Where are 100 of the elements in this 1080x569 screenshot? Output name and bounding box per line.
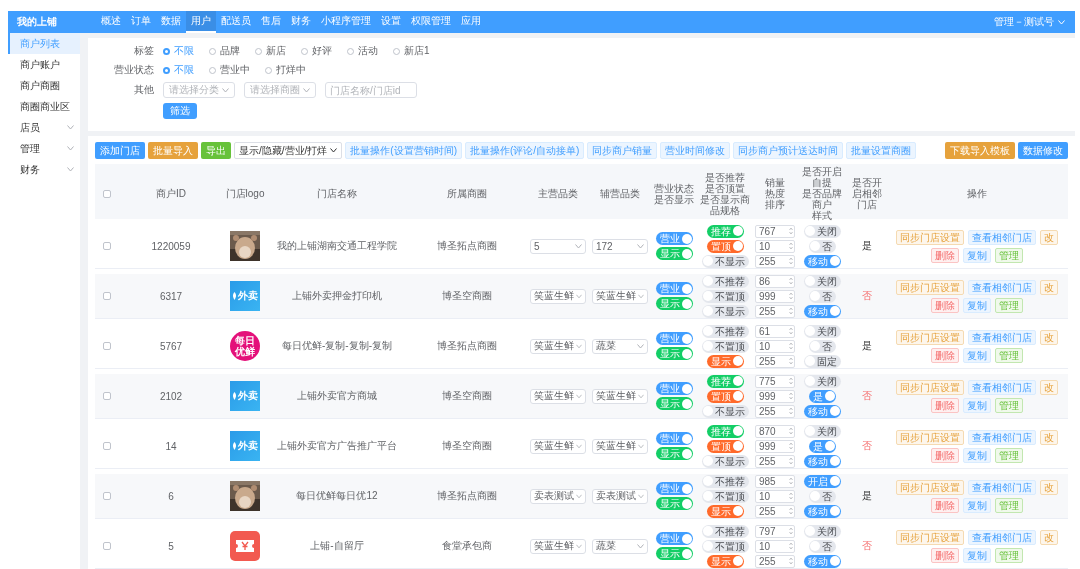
category-select[interactable]: 5 xyxy=(530,238,586,254)
toggle-switch[interactable]: 置顶 xyxy=(706,439,744,453)
spinner-icon[interactable] xyxy=(789,507,793,516)
number-field[interactable]: 797 xyxy=(755,524,795,538)
toolbar-button[interactable]: 显示/隐藏/营业/打烊 xyxy=(234,142,343,159)
spinner-icon[interactable] xyxy=(789,257,793,266)
category-select[interactable]: 蔬菜 xyxy=(592,338,648,354)
action-button[interactable]: 改 xyxy=(1040,479,1058,495)
number-field[interactable]: 86 xyxy=(755,274,795,288)
toggle-switch[interactable]: 显示 xyxy=(655,247,693,261)
radio-option[interactable]: 品牌 xyxy=(209,44,240,58)
category-select[interactable]: 卖表测试 xyxy=(592,488,648,504)
spinner-icon[interactable] xyxy=(789,427,793,436)
nav-tab[interactable]: 财务 xyxy=(286,11,316,33)
number-field[interactable]: 775 xyxy=(755,374,795,388)
action-button[interactable]: 复制 xyxy=(963,347,991,363)
number-field[interactable]: 255 xyxy=(755,304,795,318)
nav-tab[interactable]: 小程序管理 xyxy=(316,11,376,33)
toggle-switch[interactable]: 关闭 xyxy=(803,224,841,238)
toggle-switch[interactable]: 不置顶 xyxy=(701,539,749,553)
spinner-icon[interactable] xyxy=(789,407,793,416)
action-button[interactable]: 管理 xyxy=(995,297,1023,313)
toolbar-button[interactable]: 数据修改 xyxy=(1018,142,1068,159)
category-select[interactable]: 笑蓝生鲜 xyxy=(530,388,586,404)
action-button[interactable]: 复制 xyxy=(963,447,991,463)
toggle-switch[interactable]: 不显示 xyxy=(701,304,749,318)
action-button[interactable]: 改 xyxy=(1040,229,1058,245)
toggle-switch[interactable]: 不显示 xyxy=(701,404,749,418)
toggle-switch[interactable]: 营业 xyxy=(655,432,693,446)
toolbar-button[interactable]: 下载导入模板 xyxy=(945,142,1015,159)
radio-option[interactable]: 新店 xyxy=(255,44,286,58)
category-select[interactable]: 笑蓝生鲜 xyxy=(530,338,586,354)
spinner-icon[interactable] xyxy=(789,327,793,336)
action-button[interactable]: 管理 xyxy=(995,547,1023,563)
spinner-icon[interactable] xyxy=(789,527,793,535)
toggle-switch[interactable]: 关闭 xyxy=(803,524,841,538)
spinner-icon[interactable] xyxy=(789,307,793,316)
number-field[interactable]: 255 xyxy=(755,354,795,368)
toolbar-button[interactable]: 同步商户预计送达时间 xyxy=(733,142,844,159)
category-select[interactable]: 172 xyxy=(592,238,648,254)
toggle-switch[interactable]: 移动 xyxy=(803,504,841,518)
toggle-switch[interactable]: 显示 xyxy=(706,554,744,568)
action-button[interactable]: 同步门店设置 xyxy=(896,229,964,245)
action-button[interactable]: 管理 xyxy=(995,347,1023,363)
checkbox[interactable] xyxy=(103,392,111,401)
action-button[interactable]: 查看相邻门店 xyxy=(968,379,1036,395)
action-button[interactable]: 改 xyxy=(1040,429,1058,445)
category-select[interactable]: 笑蓝生鲜 xyxy=(530,288,586,304)
nav-tab[interactable]: 用户 xyxy=(186,11,216,33)
action-button[interactable]: 同步门店设置 xyxy=(896,279,964,295)
spinner-icon[interactable] xyxy=(789,277,793,286)
action-button[interactable]: 复制 xyxy=(963,497,991,513)
toggle-switch[interactable]: 移动 xyxy=(803,554,841,568)
checkbox[interactable] xyxy=(103,242,111,251)
toggle-switch[interactable]: 显示 xyxy=(655,347,693,361)
toggle-switch[interactable]: 否 xyxy=(808,339,836,353)
toggle-switch[interactable]: 不显示 xyxy=(701,454,749,468)
action-button[interactable]: 删除 xyxy=(931,247,959,263)
action-button[interactable]: 复制 xyxy=(963,547,991,563)
number-field[interactable]: 999 xyxy=(755,389,795,403)
action-button[interactable]: 复制 xyxy=(963,297,991,313)
radio-option[interactable]: 营业中 xyxy=(209,63,250,77)
spinner-icon[interactable] xyxy=(789,492,793,501)
number-field[interactable]: 61 xyxy=(755,324,795,338)
toggle-switch[interactable]: 否 xyxy=(808,289,836,303)
number-field[interactable]: 10 xyxy=(755,239,795,253)
action-button[interactable]: 同步门店设置 xyxy=(896,379,964,395)
toggle-switch[interactable]: 不置顶 xyxy=(701,289,749,303)
toggle-switch[interactable]: 营业 xyxy=(655,282,693,296)
action-button[interactable]: 改 xyxy=(1040,279,1058,295)
toggle-switch[interactable]: 否 xyxy=(808,489,836,503)
radio-option[interactable]: 新店1 xyxy=(393,44,430,58)
nav-tab[interactable]: 售后 xyxy=(256,11,286,33)
action-button[interactable]: 删除 xyxy=(931,497,959,513)
toggle-switch[interactable]: 移动 xyxy=(803,454,841,468)
toggle-switch[interactable]: 置顶 xyxy=(706,389,744,403)
toggle-switch[interactable]: 否 xyxy=(808,239,836,253)
action-button[interactable]: 管理 xyxy=(995,497,1023,513)
search-field[interactable]: 门店名称/门店id xyxy=(325,82,417,98)
select-field[interactable]: 请选择分类 xyxy=(163,82,235,98)
spinner-icon[interactable] xyxy=(789,227,793,236)
toggle-switch[interactable]: 不推荐 xyxy=(701,324,749,338)
category-select[interactable]: 笑蓝生鲜 xyxy=(530,538,586,554)
toggle-switch[interactable]: 不显示 xyxy=(701,254,749,268)
toggle-switch[interactable]: 不推荐 xyxy=(701,274,749,288)
action-button[interactable]: 删除 xyxy=(931,347,959,363)
action-button[interactable]: 查看相邻门店 xyxy=(968,329,1036,345)
spinner-icon[interactable] xyxy=(789,557,793,565)
radio-option[interactable]: 好评 xyxy=(301,44,332,58)
toggle-switch[interactable]: 推荐 xyxy=(706,224,744,238)
nav-tab[interactable]: 概述 xyxy=(96,11,126,33)
checkbox[interactable] xyxy=(103,292,111,301)
toggle-switch[interactable]: 不推荐 xyxy=(701,524,749,538)
spinner-icon[interactable] xyxy=(789,292,793,301)
nav-tab[interactable]: 应用 xyxy=(456,11,486,33)
toolbar-button[interactable]: 批量导入 xyxy=(148,142,198,159)
toggle-switch[interactable]: 关闭 xyxy=(803,324,841,338)
toggle-switch[interactable]: 营业 xyxy=(655,382,693,396)
category-select[interactable]: 卖表测试 xyxy=(530,488,586,504)
toggle-switch[interactable]: 关闭 xyxy=(803,374,841,388)
